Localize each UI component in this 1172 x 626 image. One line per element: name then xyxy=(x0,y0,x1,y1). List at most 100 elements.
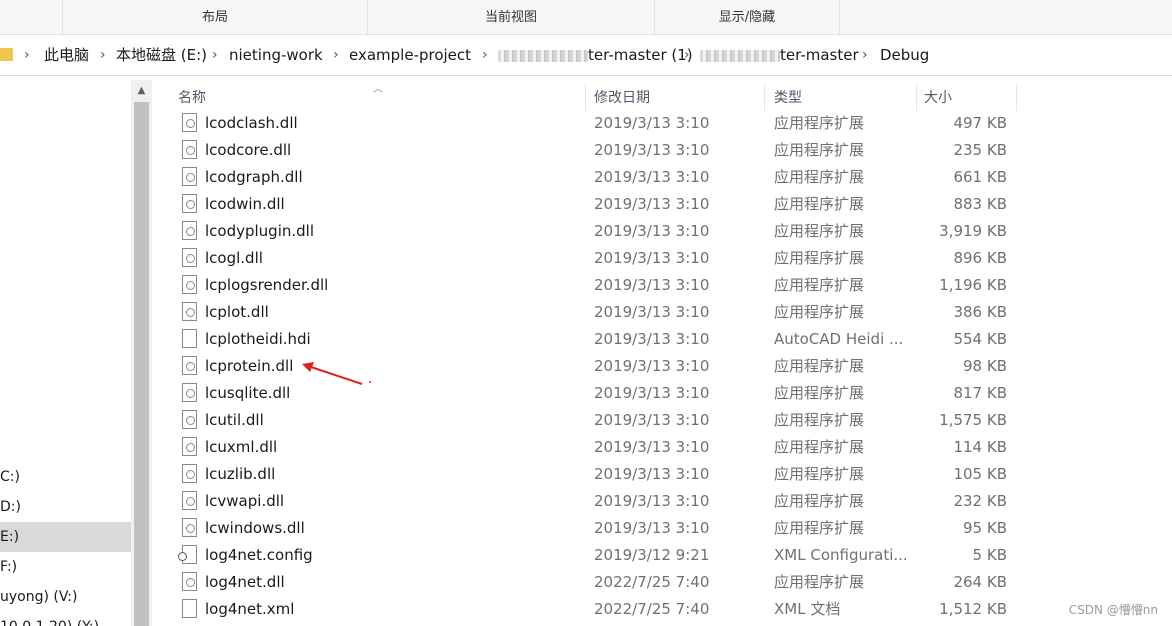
file-row[interactable]: lcodclash.dll 2019/3/13 3:10 应用程序扩展 497 KB xyxy=(152,111,1172,138)
file-modified-date: 2019/3/13 3:10 xyxy=(594,141,710,159)
dll-file-icon xyxy=(182,221,197,240)
breadcrumb-debug[interactable]: Debug xyxy=(880,35,929,76)
file-size: 661 KB xyxy=(953,168,1007,186)
file-type: 应用程序扩展 xyxy=(774,249,865,267)
file-type: 应用程序扩展 xyxy=(774,168,865,186)
file-row[interactable]: lcplotheidi.hdi 2019/3/13 3:10 AutoCAD Hei… xyxy=(152,327,1172,354)
blank-file-icon xyxy=(182,329,197,348)
file-row[interactable]: lcplot.dll 2019/3/13 3:10 应用程序扩展 386 KB xyxy=(152,300,1172,327)
file-modified-date: 2019/3/13 3:10 xyxy=(594,411,710,429)
dll-file-icon xyxy=(182,113,197,132)
ribbon-group-current-view[interactable]: 当前视图 xyxy=(367,0,654,35)
nav-drive-y[interactable]: 10.0.1.20) (Y:) xyxy=(0,612,131,626)
file-row[interactable]: lcuzlib.dll 2019/3/13 3:10 应用程序扩展 105 KB xyxy=(152,462,1172,489)
chevron-right-icon[interactable]: › xyxy=(333,35,339,76)
breadcrumb-this-pc[interactable]: 此电脑 xyxy=(44,35,89,76)
breadcrumb-master-1[interactable]: ter-master (1) xyxy=(498,35,693,76)
file-modified-date: 2019/3/13 3:10 xyxy=(594,249,710,267)
file-name: lcplogsrender.dll xyxy=(205,276,329,294)
chevron-right-icon[interactable]: › xyxy=(862,35,868,76)
file-type: XML 文档 xyxy=(774,600,841,618)
column-divider[interactable] xyxy=(916,84,917,111)
file-row[interactable]: lcogl.dll 2019/3/13 3:10 应用程序扩展 896 KB xyxy=(152,246,1172,273)
column-divider[interactable] xyxy=(764,84,765,111)
dll-file-icon xyxy=(182,464,197,483)
breadcrumb-example-project[interactable]: example-project xyxy=(349,35,471,76)
column-header-size[interactable]: 大小 xyxy=(924,76,952,111)
file-row[interactable]: lcodgraph.dll 2019/3/13 3:10 应用程序扩展 661 KB xyxy=(152,165,1172,192)
chevron-right-icon[interactable]: › xyxy=(684,35,690,76)
file-name: lcodyplugin.dll xyxy=(205,222,315,240)
file-size: 264 KB xyxy=(953,573,1007,591)
nav-drive-e[interactable]: E:) xyxy=(0,522,131,552)
watermark: CSDN @懵懵nn xyxy=(1068,603,1158,617)
file-modified-date: 2019/3/13 3:10 xyxy=(594,438,710,456)
navigation-pane[interactable]: C:) D:) E:) F:) uyong) (V:) 10.0.1.20) (… xyxy=(0,76,152,626)
column-header-name[interactable]: 名称 xyxy=(178,76,206,111)
file-row[interactable]: lcodwin.dll 2019/3/13 3:10 应用程序扩展 883 KB xyxy=(152,192,1172,219)
file-name: lcplotheidi.hdi xyxy=(205,330,311,348)
breadcrumb-master[interactable]: ter-master xyxy=(700,35,859,76)
file-row[interactable]: log4net.dll 2022/7/25 7:40 应用程序扩展 264 KB xyxy=(152,570,1172,597)
dll-file-icon xyxy=(182,356,197,375)
file-row[interactable]: lcvwapi.dll 2019/3/13 3:10 应用程序扩展 232 KB xyxy=(152,489,1172,516)
chevron-right-icon[interactable]: › xyxy=(100,35,106,76)
file-row[interactable]: lcplogsrender.dll 2019/3/13 3:10 应用程序扩展 1,1… xyxy=(152,273,1172,300)
file-name: lcprotein.dll xyxy=(205,357,294,375)
breadcrumb-nieting-work[interactable]: nieting-work xyxy=(229,35,323,76)
dll-file-icon xyxy=(182,302,197,321)
file-type: 应用程序扩展 xyxy=(774,465,865,483)
breadcrumb-drive-e[interactable]: 本地磁盘 (E:) xyxy=(116,35,207,76)
file-type: 应用程序扩展 xyxy=(774,519,865,537)
file-size: 3,919 KB xyxy=(939,222,1007,240)
ribbon-group-labels: 布局 当前视图 显示/隐藏 xyxy=(0,0,1172,35)
file-row[interactable]: lcutil.dll 2019/3/13 3:10 应用程序扩展 1,575 KB xyxy=(152,408,1172,435)
chevron-right-icon[interactable]: › xyxy=(482,35,488,76)
scroll-up-arrow-icon[interactable]: ▲ xyxy=(131,80,152,102)
file-name: lcuxml.dll xyxy=(205,438,278,456)
file-type: 应用程序扩展 xyxy=(774,141,865,159)
file-size: 554 KB xyxy=(953,330,1007,348)
file-modified-date: 2019/3/13 3:10 xyxy=(594,222,710,240)
nav-drive-d[interactable]: D:) xyxy=(0,492,131,522)
file-size: 1,575 KB xyxy=(939,411,1007,429)
nav-drive-c[interactable]: C:) xyxy=(0,462,131,492)
ribbon-group-layout[interactable]: 布局 xyxy=(62,0,367,35)
file-row[interactable]: lcodyplugin.dll 2019/3/13 3:10 应用程序扩展 3,919… xyxy=(152,219,1172,246)
column-divider[interactable] xyxy=(1016,84,1017,111)
file-row[interactable]: lcodcore.dll 2019/3/13 3:10 应用程序扩展 235 KB xyxy=(152,138,1172,165)
ribbon-group-empty xyxy=(839,0,901,35)
chevron-right-icon[interactable]: › xyxy=(212,35,218,76)
file-size: 5 KB xyxy=(972,546,1007,564)
nav-scrollbar[interactable]: ▲ xyxy=(131,80,152,626)
file-modified-date: 2019/3/13 3:10 xyxy=(594,330,710,348)
file-type: 应用程序扩展 xyxy=(774,384,865,402)
file-modified-date: 2019/3/13 3:10 xyxy=(594,114,710,132)
column-header-type[interactable]: 类型 xyxy=(774,76,802,111)
file-name: log4net.config xyxy=(205,546,313,564)
address-bar[interactable]: › 此电脑 › 本地磁盘 (E:) › nieting-work › examp… xyxy=(0,35,1172,76)
chevron-right-icon[interactable]: › xyxy=(24,35,30,76)
file-size: 95 KB xyxy=(963,519,1007,537)
file-row[interactable]: lcwindows.dll 2019/3/13 3:10 应用程序扩展 95 KB xyxy=(152,516,1172,543)
file-size: 98 KB xyxy=(963,357,1007,375)
file-row[interactable]: lcuxml.dll 2019/3/13 3:10 应用程序扩展 114 KB xyxy=(152,435,1172,462)
ribbon-group-show-hide[interactable]: 显示/隐藏 xyxy=(654,0,839,35)
nav-drive-v[interactable]: uyong) (V:) xyxy=(0,582,131,612)
file-size: 232 KB xyxy=(953,492,1007,510)
scroll-thumb[interactable] xyxy=(134,102,149,626)
config-file-icon xyxy=(178,545,197,564)
file-type: 应用程序扩展 xyxy=(774,222,865,240)
nav-drive-f[interactable]: F:) xyxy=(0,552,131,582)
dll-file-icon xyxy=(182,437,197,456)
file-row[interactable]: log4net.config 2019/3/12 9:21 XML Configur… xyxy=(152,543,1172,570)
file-row[interactable]: log4net.xml 2022/7/25 7:40 XML 文档 1,512 KB xyxy=(152,597,1172,624)
file-modified-date: 2019/3/13 3:10 xyxy=(594,357,710,375)
dll-file-icon xyxy=(182,248,197,267)
file-modified-date: 2022/7/25 7:40 xyxy=(594,600,710,618)
file-modified-date: 2019/3/13 3:10 xyxy=(594,519,710,537)
file-size: 817 KB xyxy=(953,384,1007,402)
column-divider[interactable] xyxy=(585,84,586,111)
column-header-date[interactable]: 修改日期 xyxy=(594,76,650,111)
file-size: 235 KB xyxy=(953,141,1007,159)
